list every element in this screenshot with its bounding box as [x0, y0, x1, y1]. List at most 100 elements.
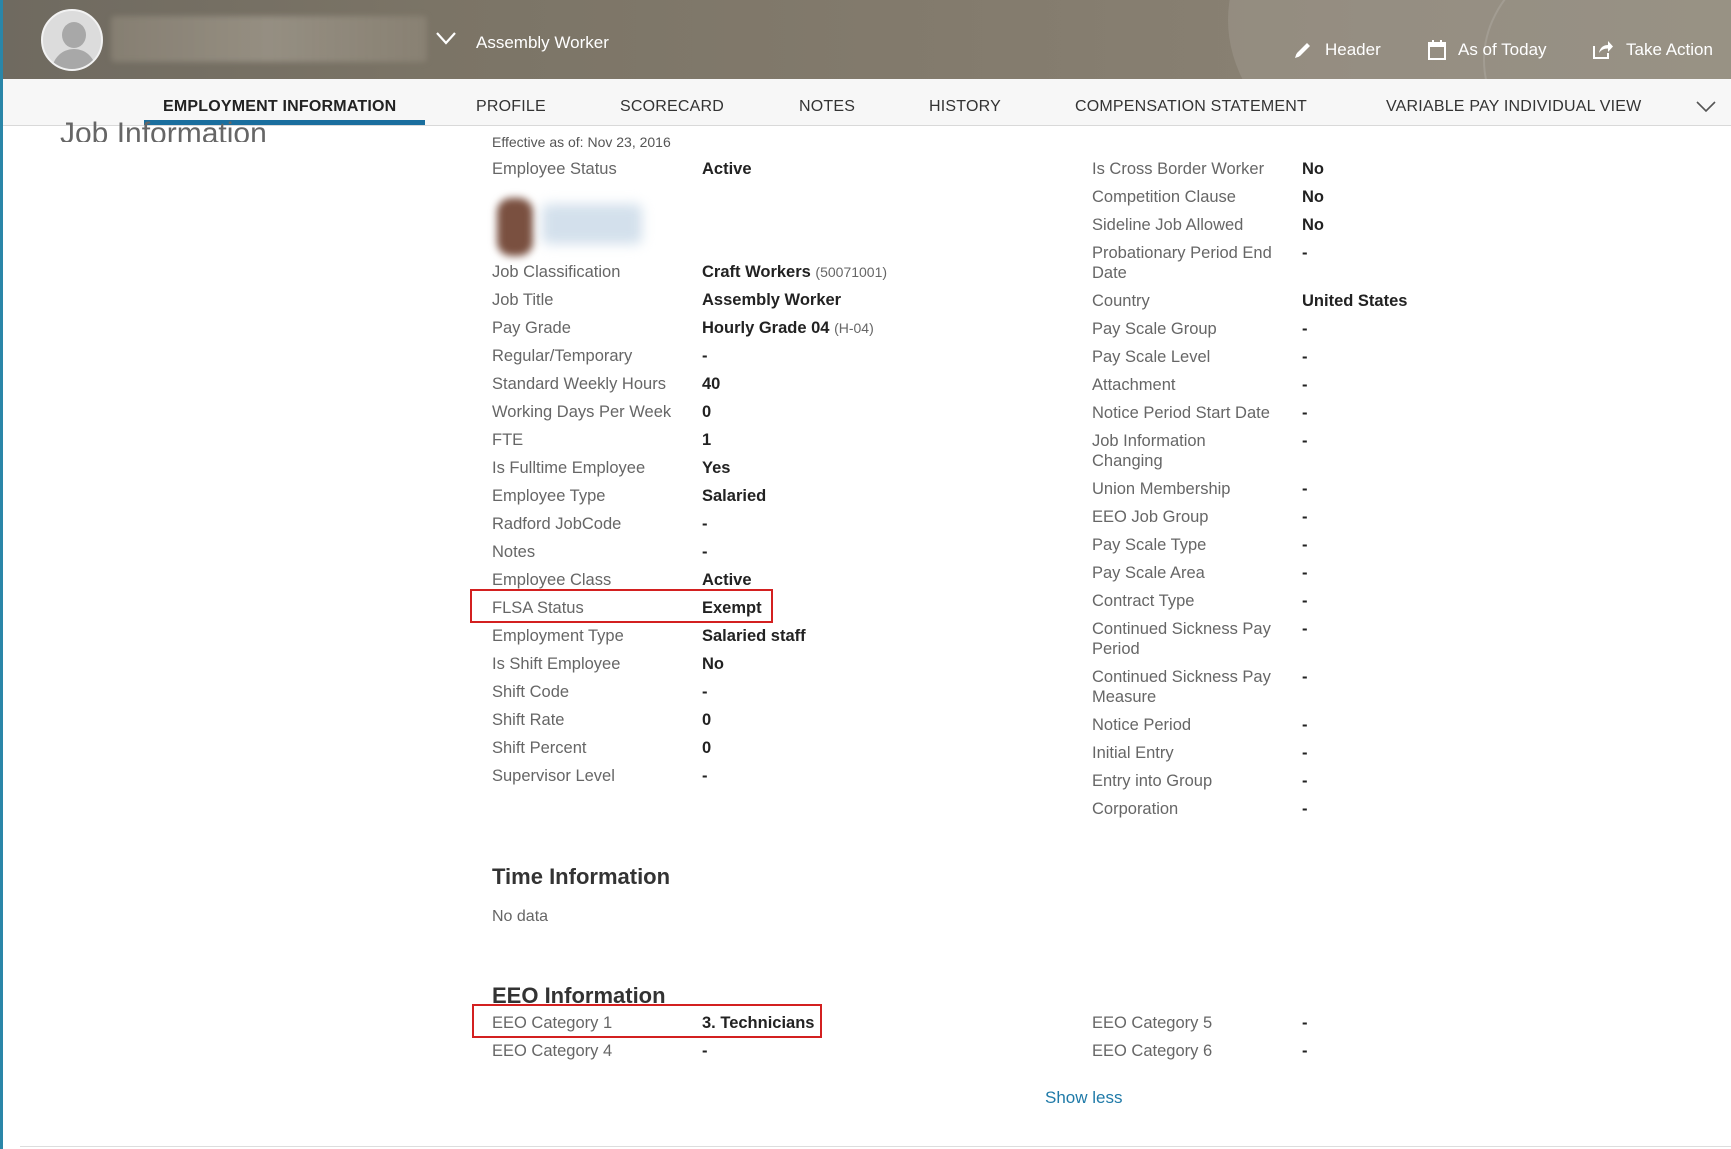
field-value: No	[702, 655, 724, 673]
show-less-link[interactable]: Show less	[1045, 1088, 1122, 1108]
tab-compensation-statement[interactable]: COMPENSATION STATEMENT	[1075, 98, 1307, 116]
field-value: 0	[702, 739, 712, 757]
field-label: Is Fulltime Employee	[492, 459, 646, 477]
field-label: Pay Grade	[492, 319, 571, 337]
field-value: -	[702, 767, 708, 785]
effective-date: Effective as of: Nov 23, 2016	[492, 134, 671, 150]
field-label: Pay Scale Level	[1092, 348, 1211, 366]
field-label: Corporation	[1092, 800, 1179, 818]
pay-grade-code: (H-04)	[834, 320, 874, 336]
field-label: Job Classification	[492, 263, 621, 281]
field-label: Working Days Per Week	[492, 403, 672, 421]
field-value: Active	[702, 571, 752, 589]
field-label: Notice Period Start Date	[1092, 404, 1270, 422]
field-value: -	[1302, 320, 1308, 338]
field-label: Continued Sickness Pay Period	[1092, 620, 1271, 658]
field-value: 40	[702, 375, 721, 393]
field-label: Country	[1092, 292, 1150, 310]
field-label: Employee Type	[492, 487, 606, 505]
field-value: Salaried staff	[702, 627, 806, 645]
field-value: No	[1302, 188, 1324, 206]
avatar-body	[52, 49, 96, 69]
header-button[interactable]: Header	[1293, 40, 1381, 60]
tab-notes[interactable]: NOTES	[799, 98, 855, 116]
employee-name-redacted	[111, 16, 427, 62]
field-value: Assembly Worker	[702, 291, 842, 309]
field-value: -	[1302, 800, 1308, 818]
avatar[interactable]	[41, 9, 103, 71]
field-value: Craft Workers (50071001)	[702, 263, 888, 281]
field-label: Pay Scale Type	[1092, 536, 1207, 554]
field-label: Pay Scale Area	[1092, 564, 1205, 582]
tab-scorecard[interactable]: SCORECARD	[620, 98, 724, 116]
section-title-time-information: Time Information	[492, 864, 671, 889]
time-information-empty: No data	[492, 908, 549, 925]
field-value: -	[1302, 772, 1308, 790]
field-value: 0	[702, 711, 712, 729]
highlight-box-eeo-category-1	[472, 1004, 822, 1038]
field-value: -	[1302, 592, 1308, 610]
tab-profile[interactable]: PROFILE	[476, 98, 546, 116]
tab-variable-pay-individual-view[interactable]: VARIABLE PAY INDIVIDUAL VIEW	[1386, 98, 1641, 116]
field-value: -	[1302, 536, 1308, 554]
job-classification-code: (50071001)	[815, 264, 888, 280]
field-label: Job Information Changing	[1092, 432, 1206, 470]
field-label: Shift Rate	[492, 711, 565, 729]
chevron-down-icon[interactable]	[1696, 101, 1716, 113]
field-value: -	[702, 683, 708, 701]
field-label: Employment Type	[492, 627, 624, 645]
field-label: FTE	[492, 431, 524, 449]
field-label: Job Title	[492, 291, 554, 309]
field-label: Continued Sickness Pay Measure	[1092, 668, 1271, 706]
field-label: Is Cross Border Worker	[1092, 160, 1265, 178]
field-value: Hourly Grade 04 (H-04)	[702, 319, 874, 337]
field-value: -	[702, 543, 708, 561]
field-label: Competition Clause	[1092, 188, 1236, 206]
field-value: Salaried	[702, 487, 767, 505]
field-label: Employee Status	[492, 160, 617, 178]
field-label: EEO Category 5	[1092, 1014, 1213, 1032]
pencil-icon	[1295, 43, 1310, 58]
avatar-head	[62, 22, 86, 48]
field-label: Notes	[492, 543, 536, 561]
field-label: Shift Percent	[492, 739, 587, 757]
field-label: Union Membership	[1092, 480, 1231, 498]
tab-history[interactable]: HISTORY	[929, 98, 1001, 116]
field-label: Entry into Group	[1092, 772, 1213, 790]
field-value: Yes	[702, 459, 731, 477]
share-icon	[1593, 41, 1613, 59]
field-value: No	[1302, 216, 1324, 234]
take-action-button[interactable]: Take Action	[1592, 40, 1713, 60]
field-value: -	[1302, 404, 1308, 422]
field-label: Initial Entry	[1092, 744, 1174, 762]
highlight-box-flsa-status	[470, 589, 773, 623]
field-value: -	[1302, 564, 1308, 582]
field-value: 1	[702, 431, 712, 449]
field-value: -	[1302, 348, 1308, 366]
field-label: Standard Weekly Hours	[492, 375, 666, 393]
calendar-icon	[1428, 40, 1446, 60]
manager-photo-redacted	[472, 196, 652, 256]
chevron-down-icon[interactable]	[435, 30, 457, 46]
field-label: Notice Period	[1092, 716, 1192, 734]
divider	[20, 1146, 1731, 1147]
as-of-today-button[interactable]: As of Today	[1428, 40, 1547, 60]
field-label: Sideline Job Allowed	[1092, 216, 1244, 234]
take-action-label: Take Action	[1626, 40, 1713, 59]
field-label: Attachment	[1092, 376, 1176, 394]
section-title-job-information: Job Information	[60, 117, 267, 142]
field-label: EEO Job Group	[1092, 508, 1209, 526]
as-of-today-label: As of Today	[1458, 40, 1547, 59]
field-label: Supervisor Level	[492, 767, 615, 785]
field-value: United States	[1302, 292, 1408, 310]
field-value: -	[1302, 1014, 1308, 1032]
header-button-label: Header	[1325, 40, 1381, 59]
field-label: EEO Category 4	[492, 1042, 613, 1060]
field-value: -	[1302, 508, 1308, 526]
profile-header: Assembly Worker Header As of Today Take …	[3, 0, 1731, 79]
field-label: Pay Scale Group	[1092, 320, 1217, 338]
field-value: -	[1302, 432, 1308, 450]
field-value: -	[1302, 244, 1308, 262]
field-label: EEO Category 6	[1092, 1042, 1213, 1060]
field-value: No	[1302, 160, 1324, 178]
